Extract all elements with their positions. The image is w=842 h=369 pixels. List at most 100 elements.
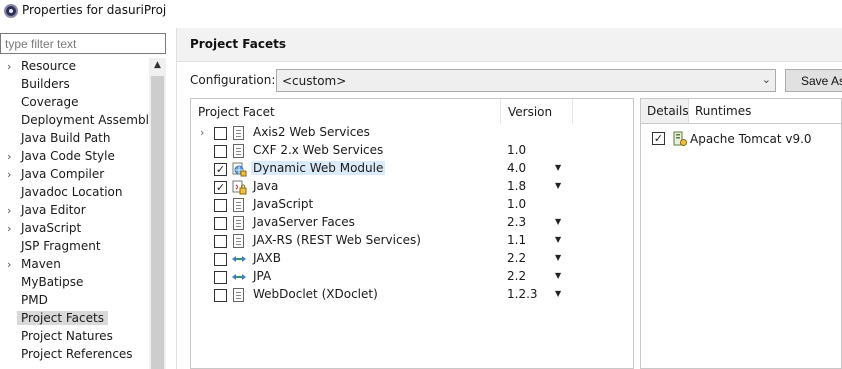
facet-name: WebDoclet (XDoclet) (253, 287, 378, 301)
chevron-down-icon[interactable]: ⌄ (762, 73, 771, 86)
version-dropdown-icon[interactable]: ▼ (555, 163, 561, 172)
document-icon (233, 198, 244, 212)
chevron-right-icon[interactable]: › (7, 204, 11, 217)
facet-version[interactable]: 4.0 (507, 161, 526, 175)
facet-row[interactable]: JAXB 2.2 ▼ (191, 250, 633, 268)
chevron-right-icon[interactable]: › (7, 222, 11, 235)
nav-item[interactable]: › Java Compiler (0, 166, 148, 184)
tab-runtimes[interactable]: Runtimes (689, 99, 753, 123)
version-dropdown-icon[interactable]: ▼ (555, 217, 561, 226)
column-header-version[interactable]: Version (501, 99, 573, 124)
tomcat-server-icon (673, 131, 687, 147)
nav-item-label: Maven (21, 257, 61, 271)
facet-version[interactable]: 1.1 (507, 233, 526, 247)
version-dropdown-icon[interactable]: ▼ (555, 235, 561, 244)
nav-item[interactable]: JSP Fragment (0, 238, 148, 256)
nav-item-label: Deployment Assembly (21, 113, 157, 127)
document-icon (233, 126, 244, 140)
configuration-value: <custom> (282, 74, 347, 88)
nav-item[interactable]: › Resource (0, 58, 148, 76)
facet-row[interactable]: JavaScript 1.0 (191, 196, 633, 214)
facet-row[interactable]: › Axis2 Web Services (191, 124, 633, 142)
nav-item[interactable]: › Java Code Style (0, 148, 148, 166)
nav-item[interactable]: MyBatipse (0, 274, 148, 292)
facet-row[interactable]: ✓ Dynamic Web Module 4.0 ▼ (191, 160, 633, 178)
pane-divider (176, 28, 177, 369)
facet-name: Java (253, 179, 279, 193)
nav-item[interactable]: › Maven (0, 256, 148, 274)
facet-row[interactable]: WebDoclet (XDoclet) 1.2.3 ▼ (191, 286, 633, 304)
facet-row[interactable]: JPA 2.2 ▼ (191, 268, 633, 286)
save-as-button[interactable]: Save As (785, 69, 842, 92)
nav-item-label: MyBatipse (21, 275, 84, 289)
nav-item[interactable]: Java Build Path (0, 130, 148, 148)
nav-item-label: Resource (21, 59, 77, 73)
nav-item[interactable]: Project References (0, 346, 148, 364)
nav-item-label: Coverage (21, 95, 79, 109)
window-title: Properties for dasuriProj (22, 3, 167, 17)
nav-item[interactable]: › JavaScript (0, 220, 148, 238)
facet-checkbox[interactable] (214, 217, 227, 230)
facet-version[interactable]: 2.2 (507, 251, 526, 265)
facet-checkbox[interactable]: ✓ (214, 163, 227, 176)
nav-item[interactable]: Project Facets (0, 310, 148, 328)
document-icon (233, 288, 244, 302)
facet-row[interactable]: ✓ Java 1.8 ▼ (191, 178, 633, 196)
version-dropdown-icon[interactable]: ▼ (555, 253, 561, 262)
facet-checkbox[interactable] (214, 127, 227, 140)
chevron-right-icon[interactable]: › (7, 168, 11, 181)
facet-name: CXF 2.x Web Services (253, 143, 384, 157)
facet-checkbox[interactable] (214, 199, 227, 212)
facet-checkbox[interactable] (214, 145, 227, 158)
scroll-thumb[interactable] (151, 76, 164, 369)
facet-checkbox[interactable]: ✓ (214, 181, 227, 194)
facet-row[interactable]: CXF 2.x Web Services 1.0 (191, 142, 633, 160)
nav-item[interactable]: Javadoc Location (0, 184, 148, 202)
nav-scrollbar[interactable]: ▲ (149, 58, 166, 369)
nav-item[interactable]: PMD (0, 292, 148, 310)
version-dropdown-icon[interactable]: ▼ (555, 181, 561, 190)
web-module-icon (231, 161, 247, 177)
nav-item-label: PMD (21, 293, 48, 307)
nav-item-label: Java Build Path (21, 131, 111, 145)
nav-item-label: Project Natures (21, 329, 113, 343)
chevron-right-icon[interactable]: › (7, 60, 11, 73)
document-icon (233, 234, 244, 248)
nav-item[interactable]: Deployment Assembly (0, 112, 156, 130)
details-runtimes-panel: Details Runtimes ✓ Apache Tomcat v9.0 (640, 98, 842, 369)
nav-item-label: Builders (21, 77, 70, 91)
document-icon (233, 144, 244, 158)
nav-item[interactable]: › Java Editor (0, 202, 148, 220)
nav-item[interactable]: Builders (0, 76, 148, 94)
nav-item[interactable]: Project Natures (0, 328, 148, 346)
chevron-right-icon[interactable]: › (7, 258, 11, 271)
facet-checkbox[interactable] (214, 289, 227, 302)
facet-row[interactable]: JavaServer Faces 2.3 ▼ (191, 214, 633, 232)
facet-name: JAXB (253, 251, 281, 265)
facet-checkbox[interactable] (214, 271, 227, 284)
chevron-right-icon[interactable]: › (200, 126, 204, 139)
nav-item[interactable]: Coverage (0, 94, 148, 112)
scroll-up-icon[interactable]: ▲ (149, 60, 166, 74)
facet-version[interactable]: 2.2 (507, 269, 526, 283)
facet-checkbox[interactable] (214, 235, 227, 248)
nav-item-label: Java Compiler (21, 167, 105, 181)
facet-version[interactable]: 1.8 (507, 179, 526, 193)
facet-row[interactable]: JAX-RS (REST Web Services) 1.1 ▼ (191, 232, 633, 250)
column-header-facet[interactable]: Project Facet (191, 99, 501, 124)
runtime-checkbox[interactable]: ✓ (652, 132, 665, 145)
version-dropdown-icon[interactable]: ▼ (555, 289, 561, 298)
nav-item-label: Java Editor (21, 203, 86, 217)
configuration-combo[interactable]: <custom> ⌄ (276, 69, 776, 92)
version-dropdown-icon[interactable]: ▼ (555, 271, 561, 280)
filter-input[interactable] (0, 33, 166, 54)
java-lock-icon (231, 179, 247, 195)
facet-name: JPA (253, 269, 272, 283)
facet-version[interactable]: 1.2.3 (507, 287, 538, 301)
document-icon (233, 216, 244, 230)
chevron-right-icon[interactable]: › (7, 150, 11, 163)
facet-checkbox[interactable] (214, 253, 227, 266)
facets-table: Project Facet Version › Axis2 Web Service… (190, 98, 634, 369)
tab-details[interactable]: Details (641, 99, 689, 123)
facet-version[interactable]: 2.3 (507, 215, 526, 229)
